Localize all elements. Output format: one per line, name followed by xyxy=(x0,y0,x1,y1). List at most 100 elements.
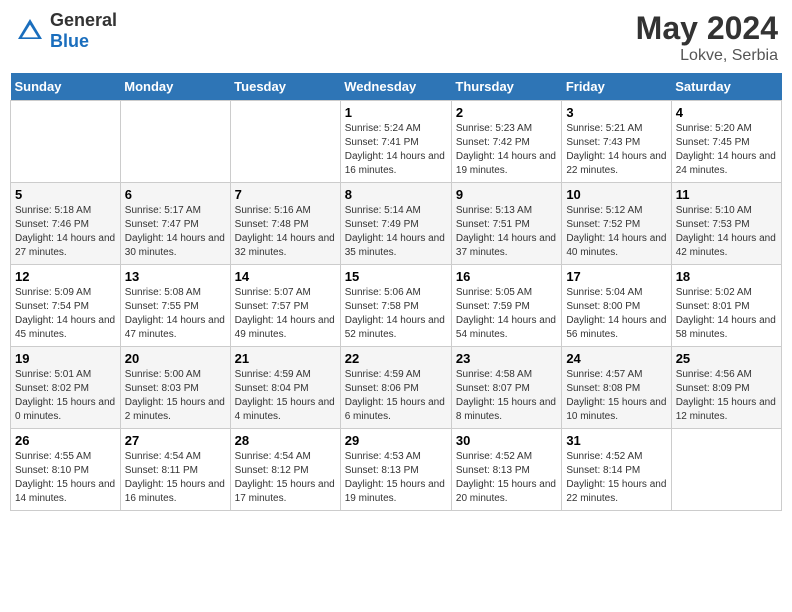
calendar-header-row: SundayMondayTuesdayWednesdayThursdayFrid… xyxy=(11,73,782,101)
calendar-day xyxy=(230,101,340,183)
day-number: 3 xyxy=(566,105,666,120)
title-block: May 2024 Lokve, Serbia xyxy=(636,10,778,65)
day-info: Sunrise: 4:56 AMSunset: 8:09 PMDaylight:… xyxy=(676,368,777,424)
day-number: 22 xyxy=(345,351,447,366)
day-number: 21 xyxy=(235,351,336,366)
day-header-tuesday: Tuesday xyxy=(230,73,340,101)
calendar-day: 21 Sunrise: 4:59 AMSunset: 8:04 PMDayligh… xyxy=(230,347,340,429)
day-info: Sunrise: 5:01 AMSunset: 8:02 PMDaylight:… xyxy=(15,368,116,424)
day-number: 9 xyxy=(456,187,557,202)
day-info: Sunrise: 5:06 AMSunset: 7:58 PMDaylight:… xyxy=(345,286,447,342)
day-info: Sunrise: 5:21 AMSunset: 7:43 PMDaylight:… xyxy=(566,122,666,178)
day-header-sunday: Sunday xyxy=(11,73,121,101)
day-number: 1 xyxy=(345,105,447,120)
calendar-day: 10Sunrise: 5:12 AMSunset: 7:52 PMDayligh… xyxy=(562,183,671,265)
day-number: 29 xyxy=(345,433,447,448)
calendar-day: 27 Sunrise: 4:54 AMSunset: 8:11 PMDayligh… xyxy=(120,429,230,511)
day-header-friday: Friday xyxy=(562,73,671,101)
day-info: Sunrise: 4:52 AMSunset: 8:13 PMDaylight:… xyxy=(456,450,557,506)
calendar-day: 31 Sunrise: 4:52 AMSunset: 8:14 PMDayligh… xyxy=(562,429,671,511)
calendar-day: 29 Sunrise: 4:53 AMSunset: 8:13 PMDayligh… xyxy=(340,429,451,511)
calendar-day: 7 Sunrise: 5:16 AMSunset: 7:48 PMDaylight… xyxy=(230,183,340,265)
calendar-day: 17Sunrise: 5:04 AMSunset: 8:00 PMDayligh… xyxy=(562,265,671,347)
calendar-table: SundayMondayTuesdayWednesdayThursdayFrid… xyxy=(10,73,782,511)
calendar-day: 15 Sunrise: 5:06 AMSunset: 7:58 PMDayligh… xyxy=(340,265,451,347)
day-info: Sunrise: 4:55 AMSunset: 8:10 PMDaylight:… xyxy=(15,450,116,506)
day-info: Sunrise: 4:53 AMSunset: 8:13 PMDaylight:… xyxy=(345,450,447,506)
day-header-saturday: Saturday xyxy=(671,73,781,101)
calendar-day: 4 Sunrise: 5:20 AMSunset: 7:45 PMDaylight… xyxy=(671,101,781,183)
calendar-day: 16Sunrise: 5:05 AMSunset: 7:59 PMDayligh… xyxy=(451,265,561,347)
calendar-day: 14Sunrise: 5:07 AMSunset: 7:57 PMDayligh… xyxy=(230,265,340,347)
day-info: Sunrise: 5:24 AMSunset: 7:41 PMDaylight:… xyxy=(345,122,447,178)
calendar-day: 26 Sunrise: 4:55 AMSunset: 8:10 PMDayligh… xyxy=(11,429,121,511)
day-info: Sunrise: 4:54 AMSunset: 8:11 PMDaylight:… xyxy=(125,450,226,506)
calendar-day: 8 Sunrise: 5:14 AMSunset: 7:49 PMDaylight… xyxy=(340,183,451,265)
calendar-day: 13 Sunrise: 5:08 AMSunset: 7:55 PMDayligh… xyxy=(120,265,230,347)
day-info: Sunrise: 5:13 AMSunset: 7:51 PMDaylight:… xyxy=(456,204,557,260)
logo-text: General Blue xyxy=(50,10,117,52)
day-number: 30 xyxy=(456,433,557,448)
day-info: Sunrise: 5:17 AMSunset: 7:47 PMDaylight:… xyxy=(125,204,226,260)
day-info: Sunrise: 5:02 AMSunset: 8:01 PMDaylight:… xyxy=(676,286,777,342)
page-header: General Blue May 2024 Lokve, Serbia xyxy=(10,10,782,65)
day-number: 11 xyxy=(676,187,777,202)
day-info: Sunrise: 5:00 AMSunset: 8:03 PMDaylight:… xyxy=(125,368,226,424)
calendar-day: 25Sunrise: 4:56 AMSunset: 8:09 PMDayligh… xyxy=(671,347,781,429)
day-info: Sunrise: 4:52 AMSunset: 8:14 PMDaylight:… xyxy=(566,450,666,506)
day-info: Sunrise: 5:08 AMSunset: 7:55 PMDaylight:… xyxy=(125,286,226,342)
calendar-week-2: 5Sunrise: 5:18 AMSunset: 7:46 PMDaylight… xyxy=(11,183,782,265)
day-info: Sunrise: 5:09 AMSunset: 7:54 PMDaylight:… xyxy=(15,286,116,342)
calendar-day: 28 Sunrise: 4:54 AMSunset: 8:12 PMDayligh… xyxy=(230,429,340,511)
day-number: 23 xyxy=(456,351,557,366)
calendar-day: 20Sunrise: 5:00 AMSunset: 8:03 PMDayligh… xyxy=(120,347,230,429)
day-number: 26 xyxy=(15,433,116,448)
day-number: 19 xyxy=(15,351,116,366)
calendar-day: 23Sunrise: 4:58 AMSunset: 8:07 PMDayligh… xyxy=(451,347,561,429)
day-info: Sunrise: 5:10 AMSunset: 7:53 PMDaylight:… xyxy=(676,204,777,260)
logo-blue: Blue xyxy=(50,31,117,52)
day-info: Sunrise: 5:20 AMSunset: 7:45 PMDaylight:… xyxy=(676,122,777,178)
day-number: 13 xyxy=(125,269,226,284)
day-info: Sunrise: 5:12 AMSunset: 7:52 PMDaylight:… xyxy=(566,204,666,260)
day-info: Sunrise: 4:54 AMSunset: 8:12 PMDaylight:… xyxy=(235,450,336,506)
day-number: 14 xyxy=(235,269,336,284)
calendar-day: 12 Sunrise: 5:09 AMSunset: 7:54 PMDayligh… xyxy=(11,265,121,347)
day-number: 18 xyxy=(676,269,777,284)
day-number: 27 xyxy=(125,433,226,448)
calendar-day: 11 Sunrise: 5:10 AMSunset: 7:53 PMDayligh… xyxy=(671,183,781,265)
calendar-day: 24 Sunrise: 4:57 AMSunset: 8:08 PMDayligh… xyxy=(562,347,671,429)
calendar-week-3: 12 Sunrise: 5:09 AMSunset: 7:54 PMDayligh… xyxy=(11,265,782,347)
calendar-day xyxy=(671,429,781,511)
day-info: Sunrise: 4:57 AMSunset: 8:08 PMDaylight:… xyxy=(566,368,666,424)
calendar-week-1: 1 Sunrise: 5:24 AMSunset: 7:41 PMDaylight… xyxy=(11,101,782,183)
day-number: 8 xyxy=(345,187,447,202)
day-info: Sunrise: 5:23 AMSunset: 7:42 PMDaylight:… xyxy=(456,122,557,178)
day-number: 28 xyxy=(235,433,336,448)
day-info: Sunrise: 4:59 AMSunset: 8:06 PMDaylight:… xyxy=(345,368,447,424)
day-number: 24 xyxy=(566,351,666,366)
calendar-day xyxy=(11,101,121,183)
calendar-day: 6Sunrise: 5:17 AMSunset: 7:47 PMDaylight… xyxy=(120,183,230,265)
calendar-day: 18 Sunrise: 5:02 AMSunset: 8:01 PMDayligh… xyxy=(671,265,781,347)
day-number: 4 xyxy=(676,105,777,120)
day-header-thursday: Thursday xyxy=(451,73,561,101)
calendar-day: 19 Sunrise: 5:01 AMSunset: 8:02 PMDayligh… xyxy=(11,347,121,429)
calendar-day: 9 Sunrise: 5:13 AMSunset: 7:51 PMDaylight… xyxy=(451,183,561,265)
calendar-day xyxy=(120,101,230,183)
location: Lokve, Serbia xyxy=(636,47,778,65)
day-number: 5 xyxy=(15,187,116,202)
day-info: Sunrise: 4:59 AMSunset: 8:04 PMDaylight:… xyxy=(235,368,336,424)
calendar-week-5: 26 Sunrise: 4:55 AMSunset: 8:10 PMDayligh… xyxy=(11,429,782,511)
day-number: 2 xyxy=(456,105,557,120)
day-info: Sunrise: 5:16 AMSunset: 7:48 PMDaylight:… xyxy=(235,204,336,260)
day-number: 31 xyxy=(566,433,666,448)
logo-general: General xyxy=(50,10,117,31)
day-number: 12 xyxy=(15,269,116,284)
day-number: 7 xyxy=(235,187,336,202)
calendar-day: 1 Sunrise: 5:24 AMSunset: 7:41 PMDaylight… xyxy=(340,101,451,183)
day-number: 17 xyxy=(566,269,666,284)
day-info: Sunrise: 5:14 AMSunset: 7:49 PMDaylight:… xyxy=(345,204,447,260)
day-number: 15 xyxy=(345,269,447,284)
day-number: 16 xyxy=(456,269,557,284)
